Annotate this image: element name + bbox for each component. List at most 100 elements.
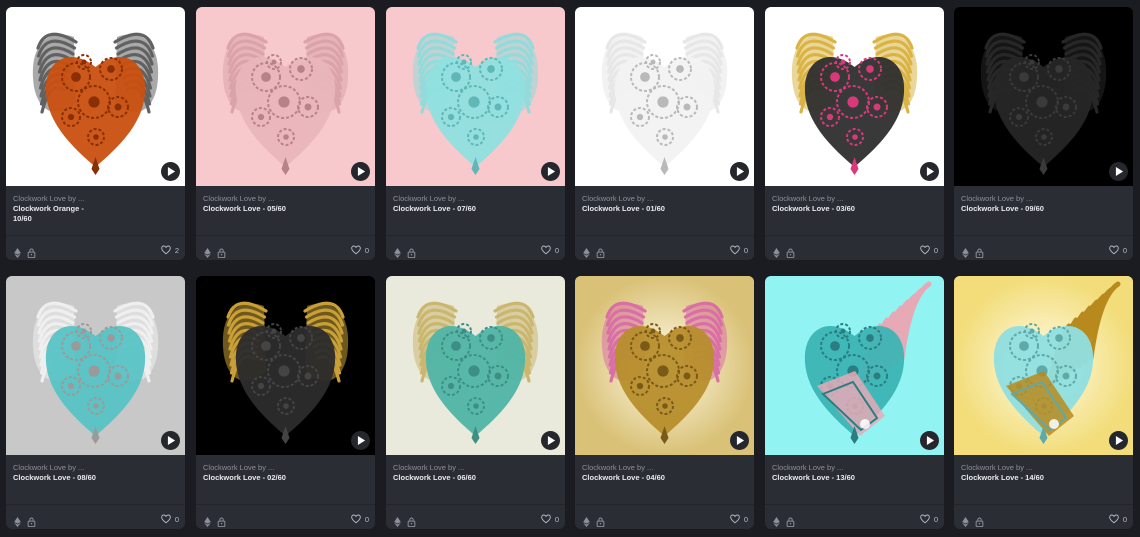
like-button[interactable]: 0 [541,245,559,255]
like-button[interactable]: 0 [351,245,369,255]
nft-card[interactable]: Clockwork Love by ... Clockwork Love - 0… [386,276,565,529]
play-button[interactable] [730,431,749,450]
play-button[interactable] [161,162,180,181]
collection-name[interactable]: Clockwork Love by ... [393,462,558,473]
play-button[interactable] [920,431,939,450]
item-title[interactable]: Clockwork Love - 06/60 [393,473,483,483]
card-thumbnail[interactable] [765,276,944,455]
item-title[interactable]: Clockwork Love - 14/60 [961,473,1051,483]
collection-name[interactable]: Clockwork Love by ... [772,193,937,204]
play-button[interactable] [541,431,560,450]
heart-icon [541,245,551,255]
item-title[interactable]: Clockwork Love - 02/60 [203,473,293,483]
nft-card[interactable]: Clockwork Love by ... Clockwork Love - 1… [954,276,1133,529]
collection-name[interactable]: Clockwork Love by ... [13,462,178,473]
card-footer: 0 [582,512,748,528]
lock-icon [786,245,795,259]
like-button[interactable]: 0 [161,514,179,524]
card-thumbnail[interactable] [6,276,185,455]
nft-card[interactable]: Clockwork Love by ... Clockwork Love - 0… [575,276,754,529]
like-button[interactable]: 0 [920,245,938,255]
card-thumbnail[interactable] [386,7,565,186]
collection-name[interactable]: Clockwork Love by ... [203,193,368,204]
nft-card[interactable]: Clockwork Love by ... Clockwork Love - 0… [765,7,944,260]
card-footer: 0 [772,243,938,259]
like-button[interactable]: 0 [920,514,938,524]
card-divider [6,504,185,505]
ethereum-icon [203,514,212,527]
item-title[interactable]: Clockwork Love - 08/60 [13,473,103,483]
like-count: 0 [1122,514,1127,524]
card-thumbnail[interactable] [196,276,375,455]
card-thumbnail[interactable] [6,7,185,186]
like-button[interactable]: 0 [730,514,748,524]
collection-name[interactable]: Clockwork Love by ... [203,462,368,473]
collection-name[interactable]: Clockwork Love by ... [961,193,1126,204]
nft-card[interactable]: Clockwork Love by ... Clockwork Love - 0… [196,7,375,260]
card-divider [575,504,754,505]
nft-card[interactable]: Clockwork Love by ... Clockwork Love - 1… [765,276,944,529]
item-title[interactable]: Clockwork Love - 05/60 [203,204,293,214]
like-count: 0 [933,514,938,524]
heart-icon [730,514,740,524]
like-count: 0 [743,245,748,255]
collection-name[interactable]: Clockwork Love by ... [772,462,937,473]
like-button[interactable]: 0 [730,245,748,255]
item-title[interactable]: Clockwork Love - 13/60 [772,473,862,483]
card-thumbnail[interactable] [954,7,1133,186]
heart-icon [920,245,930,255]
card-footer: 0 [393,512,559,528]
play-button[interactable] [541,162,560,181]
ethereum-icon [393,514,402,527]
card-thumbnail[interactable] [765,7,944,186]
card-thumbnail[interactable] [954,276,1133,455]
card-divider [386,235,565,236]
ethereum-icon [772,514,781,527]
artwork-image [196,276,375,455]
nft-card[interactable]: Clockwork Love by ... Clockwork Love - 0… [954,7,1133,260]
play-button[interactable] [1109,162,1128,181]
play-button[interactable] [351,162,370,181]
item-title[interactable]: Clockwork Love - 07/60 [393,204,483,214]
item-title[interactable]: Clockwork Love - 03/60 [772,204,862,214]
collection-name[interactable]: Clockwork Love by ... [393,193,558,204]
play-icon [357,167,366,176]
nft-card[interactable]: Clockwork Love by ... Clockwork Love - 0… [6,276,185,529]
play-button[interactable] [1109,431,1128,450]
nft-card[interactable]: Clockwork Love by ... Clockwork Love - 0… [386,7,565,260]
collection-name[interactable]: Clockwork Love by ... [13,193,178,204]
item-title[interactable]: Clockwork Love - 04/60 [582,473,672,483]
like-button[interactable]: 0 [1109,514,1127,524]
card-thumbnail[interactable] [386,276,565,455]
play-button[interactable] [730,162,749,181]
collection-name[interactable]: Clockwork Love by ... [582,193,747,204]
lock-icon [27,514,36,528]
heart-icon [730,245,740,255]
like-button[interactable]: 0 [541,514,559,524]
like-button[interactable]: 0 [1109,245,1127,255]
lock-icon [975,514,984,528]
card-footer: 0 [13,512,179,528]
item-title[interactable]: Clockwork Love - 01/60 [582,204,672,214]
lock-icon [217,514,226,528]
artwork-image [386,7,565,186]
card-thumbnail[interactable] [575,276,754,455]
collection-name[interactable]: Clockwork Love by ... [961,462,1126,473]
heart-icon [351,245,361,255]
play-button[interactable] [161,431,180,450]
item-title[interactable]: Clockwork Orange - 10/60 [13,204,103,224]
item-title[interactable]: Clockwork Love - 09/60 [961,204,1051,214]
artwork-image [765,7,944,186]
card-thumbnail[interactable] [575,7,754,186]
card-thumbnail[interactable] [196,7,375,186]
play-button[interactable] [351,431,370,450]
nft-card[interactable]: Clockwork Love by ... Clockwork Love - 0… [575,7,754,260]
nft-card[interactable]: Clockwork Love by ... Clockwork Orange -… [6,7,185,260]
ethereum-icon [582,514,591,527]
like-button[interactable]: 2 [161,245,179,255]
card-divider [196,504,375,505]
like-button[interactable]: 0 [351,514,369,524]
nft-card[interactable]: Clockwork Love by ... Clockwork Love - 0… [196,276,375,529]
collection-name[interactable]: Clockwork Love by ... [582,462,747,473]
play-button[interactable] [920,162,939,181]
